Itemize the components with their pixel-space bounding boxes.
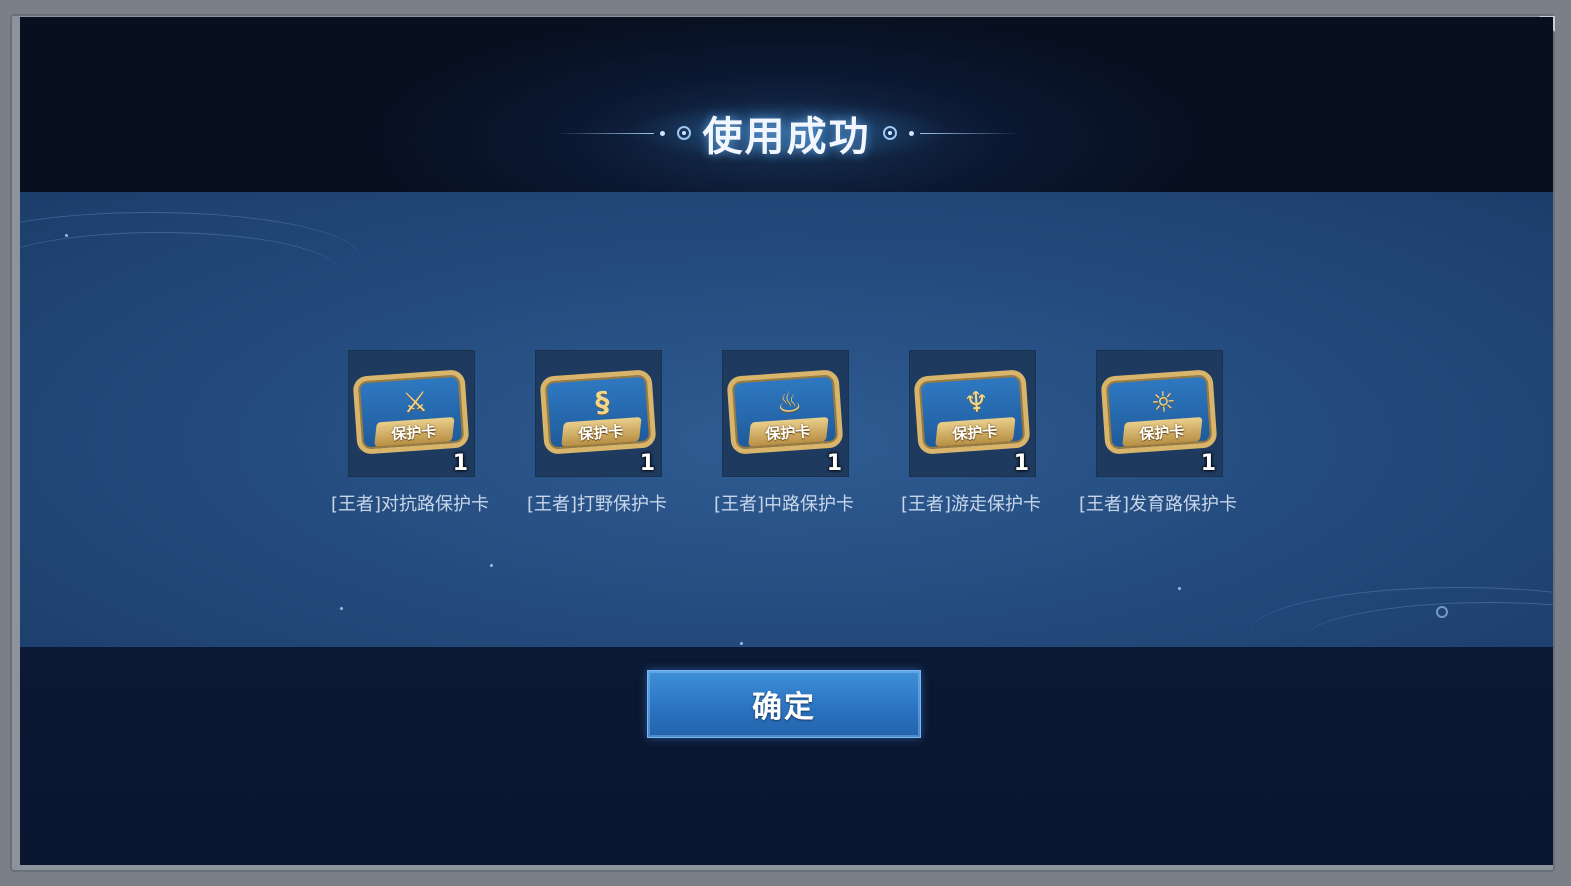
- reward-item[interactable]: ⚔ 保护卡 1 [王者]对抗路保护卡: [320, 350, 500, 530]
- card-text: 保护卡: [578, 421, 625, 443]
- item-name: [王者]中路保护卡: [713, 494, 855, 515]
- horned-helm-icon: ♆: [962, 384, 990, 420]
- card-ribbon: 保护卡: [1122, 416, 1203, 447]
- item-icon-box: ☼ 保护卡 1: [1096, 350, 1223, 477]
- item-icon-box: § 保护卡 1: [535, 350, 662, 477]
- card-ribbon: 保护卡: [935, 416, 1016, 447]
- item-name: [王者]游走保护卡: [900, 494, 1042, 515]
- item-quantity: 1: [639, 451, 655, 476]
- flame-icon: ♨: [775, 384, 803, 420]
- dialog-title: 使用成功: [702, 114, 871, 160]
- title-dot-left-icon: [659, 130, 665, 136]
- dragon-icon: §: [594, 384, 611, 419]
- reward-list: ⚔ 保护卡 1 [王者]对抗路保护卡 § 保护卡 1 [王者]打野保护卡 ♨ 保…: [320, 350, 1260, 530]
- panel-ring-icon: [1436, 606, 1448, 618]
- item-quantity: 1: [1013, 451, 1029, 476]
- card-ribbon: 保护卡: [374, 416, 455, 447]
- item-name: [王者]对抗路保护卡: [330, 494, 490, 515]
- protection-card: ♨ 保护卡: [726, 369, 844, 455]
- item-quantity: 1: [826, 451, 842, 476]
- protection-card: ☼ 保护卡: [1100, 369, 1218, 455]
- crossed-swords-icon: ⚔: [401, 384, 429, 420]
- sparkle: [740, 642, 743, 645]
- title-line-right: [919, 132, 1020, 134]
- reward-item[interactable]: ♨ 保护卡 1 [王者]中路保护卡: [694, 350, 874, 530]
- title-ring-right-icon: [882, 126, 897, 140]
- protection-card: ⚔ 保护卡: [352, 369, 470, 455]
- reward-item[interactable]: § 保护卡 1 [王者]打野保护卡: [507, 350, 687, 530]
- sparkle: [65, 234, 68, 237]
- card-text: 保护卡: [952, 421, 999, 443]
- reward-panel: ⚔ 保护卡 1 [王者]对抗路保护卡 § 保护卡 1 [王者]打野保护卡 ♨ 保…: [20, 192, 1553, 665]
- title-line-left: [553, 132, 654, 134]
- reward-item[interactable]: ♆ 保护卡 1 [王者]游走保护卡: [881, 350, 1061, 530]
- protection-card: § 保护卡: [539, 369, 657, 455]
- sun-crest-icon: ☼: [1149, 384, 1177, 420]
- sparkle: [340, 607, 343, 610]
- game-screen: 使用成功 ⚔ 保护卡 1 [王者]对抗路保护卡 § 保护卡 1 [王者]打野保护…: [20, 17, 1553, 865]
- sparkle: [1178, 587, 1181, 590]
- confirm-button[interactable]: 确定: [647, 670, 921, 738]
- card-ribbon: 保护卡: [561, 416, 642, 447]
- item-name: [王者]发育路保护卡: [1078, 494, 1238, 515]
- item-icon-box: ♆ 保护卡 1: [909, 350, 1036, 477]
- card-text: 保护卡: [391, 421, 438, 443]
- item-quantity: 1: [452, 451, 468, 476]
- card-text: 保护卡: [1139, 421, 1186, 443]
- card-ribbon: 保护卡: [748, 416, 829, 447]
- dialog-title-bar: 使用成功: [20, 105, 1553, 161]
- protection-card: ♆ 保护卡: [913, 369, 1031, 455]
- item-icon-box: ♨ 保护卡 1: [722, 350, 849, 477]
- item-icon-box: ⚔ 保护卡 1: [348, 350, 475, 477]
- reward-item[interactable]: ☼ 保护卡 1 [王者]发育路保护卡: [1068, 350, 1248, 530]
- header-band: 使用成功: [20, 17, 1553, 192]
- confirm-button-label: 确定: [752, 690, 816, 725]
- panel-swirl: [20, 232, 340, 313]
- item-quantity: 1: [1200, 451, 1216, 476]
- title-dot-right-icon: [908, 130, 914, 136]
- title-ring-left-icon: [676, 126, 691, 140]
- sparkle: [490, 564, 493, 567]
- card-text: 保护卡: [765, 421, 812, 443]
- item-name: [王者]打野保护卡: [526, 494, 668, 515]
